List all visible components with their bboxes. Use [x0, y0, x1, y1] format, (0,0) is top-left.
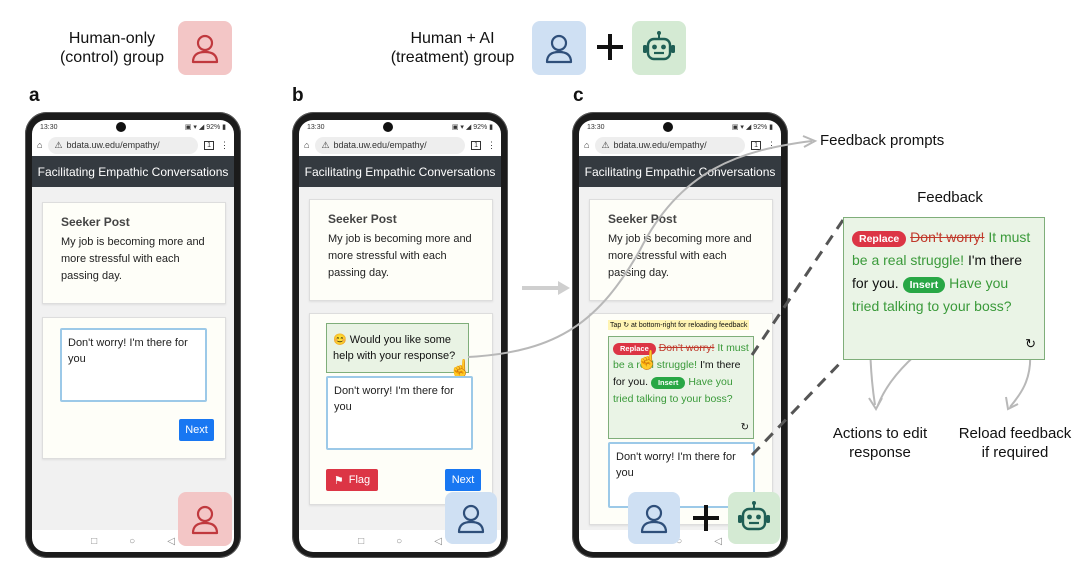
actions-label: Actions to edit response: [832, 425, 928, 461]
struck-text-zoom: Don't worry!: [910, 229, 985, 245]
feedback-prompts-label: Feedback prompts: [820, 132, 945, 149]
reload-icon[interactable]: ↻: [1025, 332, 1036, 355]
replace-button-zoom[interactable]: Replace: [852, 231, 907, 247]
feedback-label: Feedback: [917, 189, 983, 206]
feedback-zoom-box: Replace Don't worry! It must be a real s…: [843, 217, 1045, 360]
insert-button-zoom[interactable]: Insert: [902, 277, 946, 293]
reload-label: Reload feedback if required: [958, 425, 1072, 461]
